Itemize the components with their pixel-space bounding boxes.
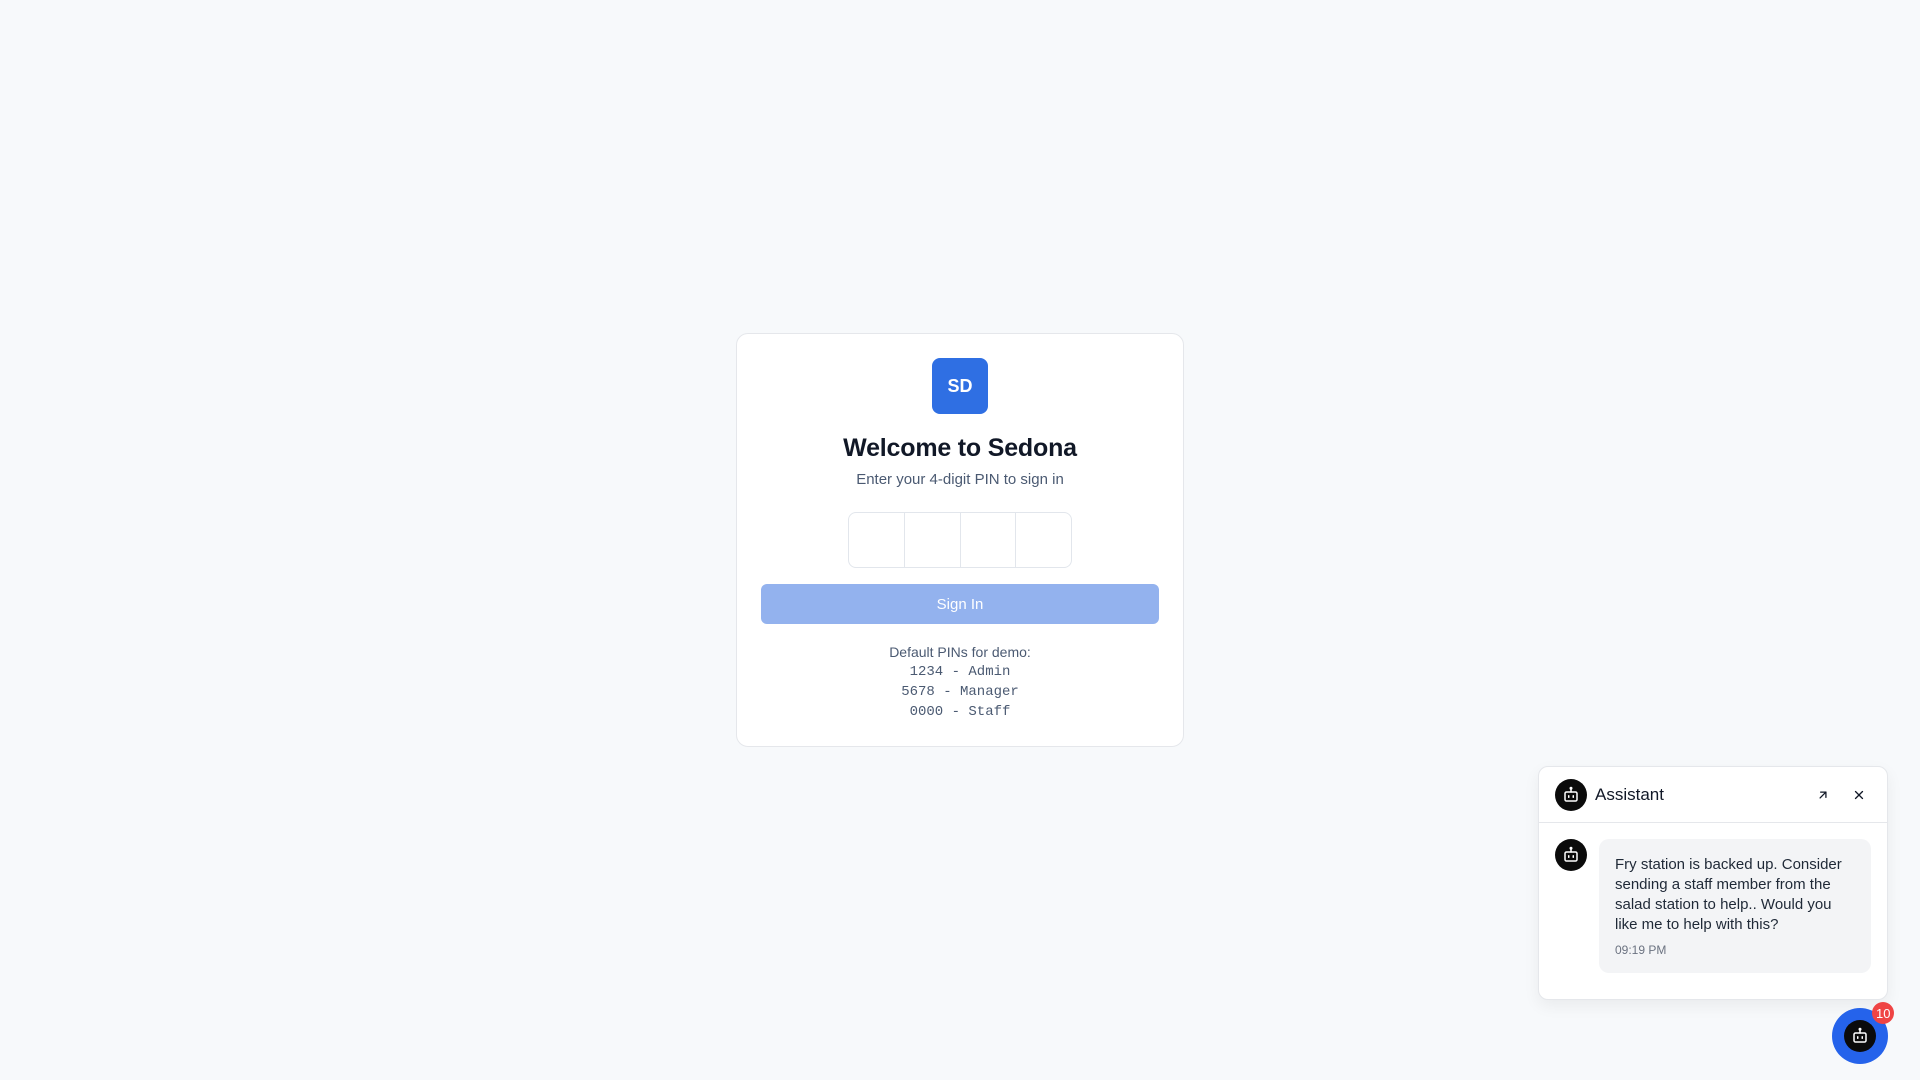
demo-pin-admin: 1234 - Admin [909,664,1011,680]
assistant-panel: Assistant Fry station is backed up. Cons… [1538,766,1888,1000]
demo-pins-info: Default PINs for demo: 1234 - Admin 5678… [889,642,1031,722]
pin-digit-2[interactable] [905,513,961,567]
page-title: Welcome to Sedona [843,434,1077,462]
pin-digit-3[interactable] [961,513,1017,567]
pin-input-group [848,512,1072,568]
assistant-title: Assistant [1595,784,1664,804]
arrow-up-right-icon[interactable] [1811,783,1835,807]
login-card: SD Welcome to Sedona Enter your 4-digit … [736,333,1184,747]
brand-logo: SD [932,358,988,414]
pin-digit-1[interactable] [849,513,905,567]
robot-icon [1555,778,1587,811]
demo-pin-staff: 0000 - Staff [909,704,1011,720]
assistant-fab-button[interactable]: 10 [1832,1002,1895,1064]
message-bubble: Fry station is backed up. Consider sendi… [1599,839,1871,973]
sign-in-button[interactable]: Sign In [761,584,1159,624]
page-subtitle: Enter your 4-digit PIN to sign in [856,471,1064,488]
demo-pin-manager: 5678 - Manager [901,684,1019,700]
demo-pins-heading: Default PINs for demo: [889,644,1031,660]
message-timestamp: 09:19 PM [1615,943,1667,957]
notification-badge: 10 [1872,1002,1895,1024]
close-icon[interactable] [1847,783,1871,807]
assistant-messages: Fry station is backed up. Consider sendi… [1539,823,1887,989]
assistant-header: Assistant [1539,767,1887,823]
message-text: Fry station is backed up. Consider sendi… [1615,856,1842,933]
robot-icon [1555,839,1587,871]
robot-icon [1844,1020,1876,1052]
pin-digit-4[interactable] [1016,513,1071,567]
